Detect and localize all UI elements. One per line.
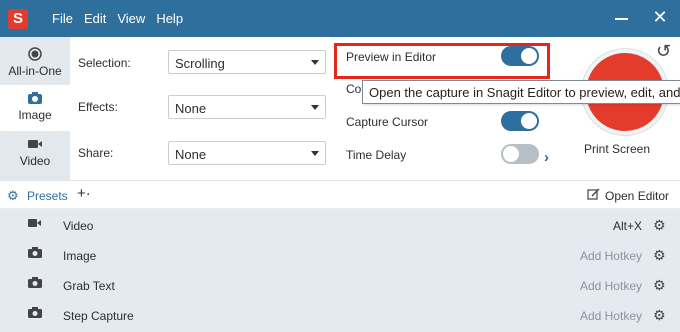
preset-row-video[interactable]: Video Alt+X ⚙ xyxy=(0,210,680,240)
preset-hotkey[interactable]: Add Hotkey xyxy=(580,279,642,293)
capture-hotkey-label: Print Screen xyxy=(584,142,651,156)
presets-gear-icon[interactable]: ⚙ xyxy=(7,188,19,204)
menu-file[interactable]: File xyxy=(52,11,73,26)
preset-hotkey[interactable]: Add Hotkey xyxy=(580,309,642,323)
close-icon[interactable]: ✕ xyxy=(652,8,668,26)
capture-cursor-toggle[interactable] xyxy=(501,111,539,131)
mode-label: Image xyxy=(18,108,52,122)
open-editor-button[interactable]: Open Editor xyxy=(605,189,669,203)
video-camera-icon xyxy=(0,137,70,151)
title-bar: S File Edit View Help ✕ xyxy=(0,0,680,37)
menu-help[interactable]: Help xyxy=(156,11,183,26)
capture-mode-panel: All-in-One Image Video xyxy=(0,37,70,180)
gear-icon[interactable]: ⚙ xyxy=(653,307,666,324)
camera-icon xyxy=(0,91,70,105)
preset-label: Step Capture xyxy=(63,309,134,323)
video-camera-icon xyxy=(28,217,42,232)
effects-value: None xyxy=(175,101,207,116)
menu-edit[interactable]: Edit xyxy=(84,11,106,26)
chevron-down-icon xyxy=(311,105,319,110)
preset-row-step-capture[interactable]: Step Capture Add Hotkey ⚙ xyxy=(0,300,680,330)
menu-view[interactable]: View xyxy=(117,11,145,26)
preset-label: Image xyxy=(63,249,97,263)
selection-value: Scrolling xyxy=(175,56,225,71)
gear-icon[interactable]: ⚙ xyxy=(653,217,666,234)
share-label: Share: xyxy=(78,146,114,160)
time-delay-toggle[interactable] xyxy=(501,144,539,164)
toggle-knob xyxy=(503,146,519,162)
tooltip: Open the capture in Snagit Editor to pre… xyxy=(362,80,680,104)
mode-label: All-in-One xyxy=(8,64,62,78)
gear-icon[interactable]: ⚙ xyxy=(653,277,666,294)
add-preset-icon[interactable]: +· xyxy=(77,185,91,202)
all-in-one-icon xyxy=(0,47,70,61)
preset-list: Video Alt+X ⚙ Image Add Hotkey ⚙ Grab Te… xyxy=(0,210,680,332)
preset-row-grab-text[interactable]: Grab Text Add Hotkey ⚙ xyxy=(0,270,680,300)
copy-to-clipboard-label: Co xyxy=(346,82,362,96)
share-dropdown[interactable]: None xyxy=(168,141,326,165)
mode-video[interactable]: Video xyxy=(0,131,70,177)
open-editor-icon xyxy=(587,188,600,204)
chevron-down-icon xyxy=(311,151,319,156)
presets-label[interactable]: Presets xyxy=(27,189,68,203)
preset-label: Grab Text xyxy=(63,279,115,293)
camera-icon xyxy=(28,307,42,322)
mode-label: Video xyxy=(19,154,51,168)
mode-all-in-one[interactable]: All-in-One xyxy=(0,41,70,87)
minimize-icon[interactable] xyxy=(614,9,630,25)
preset-label: Video xyxy=(63,219,94,233)
chevron-down-icon xyxy=(311,60,319,65)
selection-label: Selection: xyxy=(78,56,131,70)
preset-row-image[interactable]: Image Add Hotkey ⚙ xyxy=(0,240,680,270)
preset-hotkey[interactable]: Add Hotkey xyxy=(580,249,642,263)
chevron-right-icon[interactable]: › xyxy=(544,149,549,166)
effects-dropdown[interactable]: None xyxy=(168,95,326,119)
highlight-annotation xyxy=(334,43,550,79)
reset-icon[interactable]: ↺ xyxy=(656,41,671,62)
camera-icon xyxy=(28,277,42,292)
menu-bar: File Edit View Help xyxy=(52,11,183,26)
toggle-knob xyxy=(521,113,537,129)
presets-bar: ⚙ Presets +· Open Editor xyxy=(0,180,680,208)
selection-dropdown[interactable]: Scrolling xyxy=(168,50,326,74)
snagit-logo-icon: S xyxy=(8,9,28,29)
mode-image[interactable]: Image xyxy=(0,85,70,131)
effects-label: Effects: xyxy=(78,100,118,114)
capture-settings: Selection: Scrolling Effects: None Share… xyxy=(70,37,680,180)
camera-icon xyxy=(28,247,42,262)
time-delay-label: Time Delay xyxy=(346,148,407,162)
share-value: None xyxy=(175,147,207,162)
capture-cursor-label: Capture Cursor xyxy=(346,115,429,129)
preset-hotkey[interactable]: Alt+X xyxy=(613,219,642,233)
gear-icon[interactable]: ⚙ xyxy=(653,247,666,264)
